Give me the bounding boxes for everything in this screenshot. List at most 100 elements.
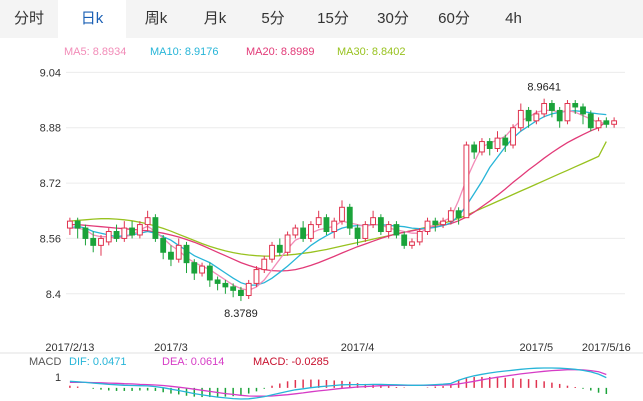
- x-tick-label: 2017/5/16: [582, 342, 631, 354]
- macd-y-tick: 1: [55, 372, 61, 384]
- x-tick-label: 2017/5: [520, 342, 554, 354]
- dea-legend: DEA: 0.0614: [162, 356, 224, 368]
- price-annotation: 8.3789: [224, 308, 258, 320]
- tab-1[interactable]: 日k: [58, 0, 126, 39]
- tab-5[interactable]: 15分: [302, 0, 364, 38]
- candle-body: [502, 137, 509, 146]
- candle-body: [432, 220, 439, 226]
- candle-body: [587, 113, 594, 129]
- candle-body: [82, 227, 89, 239]
- candle-body: [370, 217, 377, 226]
- candle: [152, 214, 159, 242]
- candle-body: [331, 220, 338, 233]
- candle-body: [206, 265, 213, 281]
- candle-body: [214, 279, 221, 284]
- candle-body: [144, 217, 151, 226]
- candle-body: [183, 244, 190, 264]
- candle-body: [385, 224, 392, 233]
- tab-7[interactable]: 60分: [422, 0, 486, 38]
- candle-body: [549, 103, 555, 111]
- candle-body: [354, 227, 361, 239]
- candle-body: [595, 120, 602, 129]
- candle-body: [533, 113, 540, 122]
- candle-body: [238, 289, 244, 297]
- tab-2[interactable]: 周k: [126, 0, 186, 38]
- period-tabs: 分时 日k 周k 月k 5分 15分 30分 60分 4h: [0, 0, 643, 39]
- candle-body: [90, 237, 97, 246]
- candle-body: [455, 210, 462, 219]
- x-tick-label: 2017/3: [154, 342, 188, 354]
- candle-body: [74, 220, 81, 229]
- candle-body: [136, 224, 143, 236]
- candle-body: [409, 241, 415, 246]
- candle-body: [479, 141, 485, 153]
- candle: [307, 221, 314, 242]
- candle-body: [105, 231, 112, 243]
- candle-body: [486, 141, 493, 149]
- candle-body: [191, 262, 198, 274]
- candle-body: [175, 244, 182, 260]
- candle-body: [199, 265, 205, 274]
- tab-3[interactable]: 月k: [186, 0, 244, 38]
- candle-body: [307, 224, 314, 239]
- candle: [284, 231, 291, 256]
- y-tick-label: 8.88: [40, 123, 61, 135]
- candle-body: [253, 269, 260, 284]
- candle-body: [564, 103, 571, 122]
- candle-body: [494, 137, 501, 149]
- candle: [587, 110, 594, 132]
- candle-body: [346, 206, 353, 229]
- candle-body: [572, 103, 579, 108]
- candle-body: [284, 234, 291, 253]
- candle-body: [315, 217, 322, 226]
- candle-body: [541, 103, 548, 115]
- macd-value-legend: MACD: -0.0285: [253, 356, 329, 368]
- candle: [463, 141, 470, 219]
- tab-8[interactable]: 4h: [486, 0, 541, 38]
- tab-4[interactable]: 5分: [244, 0, 302, 38]
- y-tick-label: 8.56: [40, 233, 61, 245]
- candle-body: [401, 234, 408, 246]
- candle-body: [323, 217, 330, 233]
- macd-title: MACD: [29, 356, 61, 368]
- candle-body: [339, 206, 345, 222]
- candle-body: [160, 237, 167, 253]
- candle-body: [245, 282, 252, 297]
- y-tick-label: 8.72: [40, 178, 61, 190]
- tab-6[interactable]: 30分: [364, 0, 422, 38]
- candle-body: [292, 227, 299, 236]
- ma10-legend: MA10: 8.9176: [150, 46, 219, 58]
- candle: [564, 100, 571, 125]
- candle-body: [362, 224, 369, 239]
- candle-body: [168, 251, 174, 260]
- candle-body: [603, 120, 610, 125]
- candle-body: [230, 286, 237, 291]
- candle-body: [525, 109, 532, 122]
- kline-chart: 9.04 8.88 8.72 8.56 8.4 2017/2/13 2017/3 2017/…: [0, 38, 643, 401]
- candle-body: [121, 227, 128, 239]
- candle-body: [463, 144, 470, 219]
- y-tick-label: 8.4: [46, 289, 61, 301]
- candle-body: [66, 220, 73, 229]
- candle-body: [440, 220, 446, 226]
- candle-body: [471, 144, 478, 153]
- candle-body: [98, 237, 104, 246]
- candle-body: [517, 109, 524, 129]
- x-tick-label: 2017/2/13: [45, 342, 94, 354]
- y-tick-label: 9.04: [40, 67, 61, 79]
- ma20-legend: MA20: 8.8989: [246, 46, 315, 58]
- candle-body: [261, 258, 268, 271]
- candle-body: [300, 227, 307, 239]
- candle: [377, 214, 384, 235]
- x-tick-label: 2017/4: [341, 342, 375, 354]
- tab-0[interactable]: 分时: [0, 0, 58, 38]
- candle: [323, 214, 330, 235]
- candle-body: [152, 217, 159, 239]
- ma5-legend: MA5: 8.8934: [64, 46, 126, 58]
- candle-body: [222, 282, 229, 288]
- candle: [269, 241, 275, 263]
- candle: [510, 124, 516, 149]
- candle-body: [447, 210, 454, 222]
- candle-body: [510, 127, 516, 146]
- candle-body: [113, 231, 120, 239]
